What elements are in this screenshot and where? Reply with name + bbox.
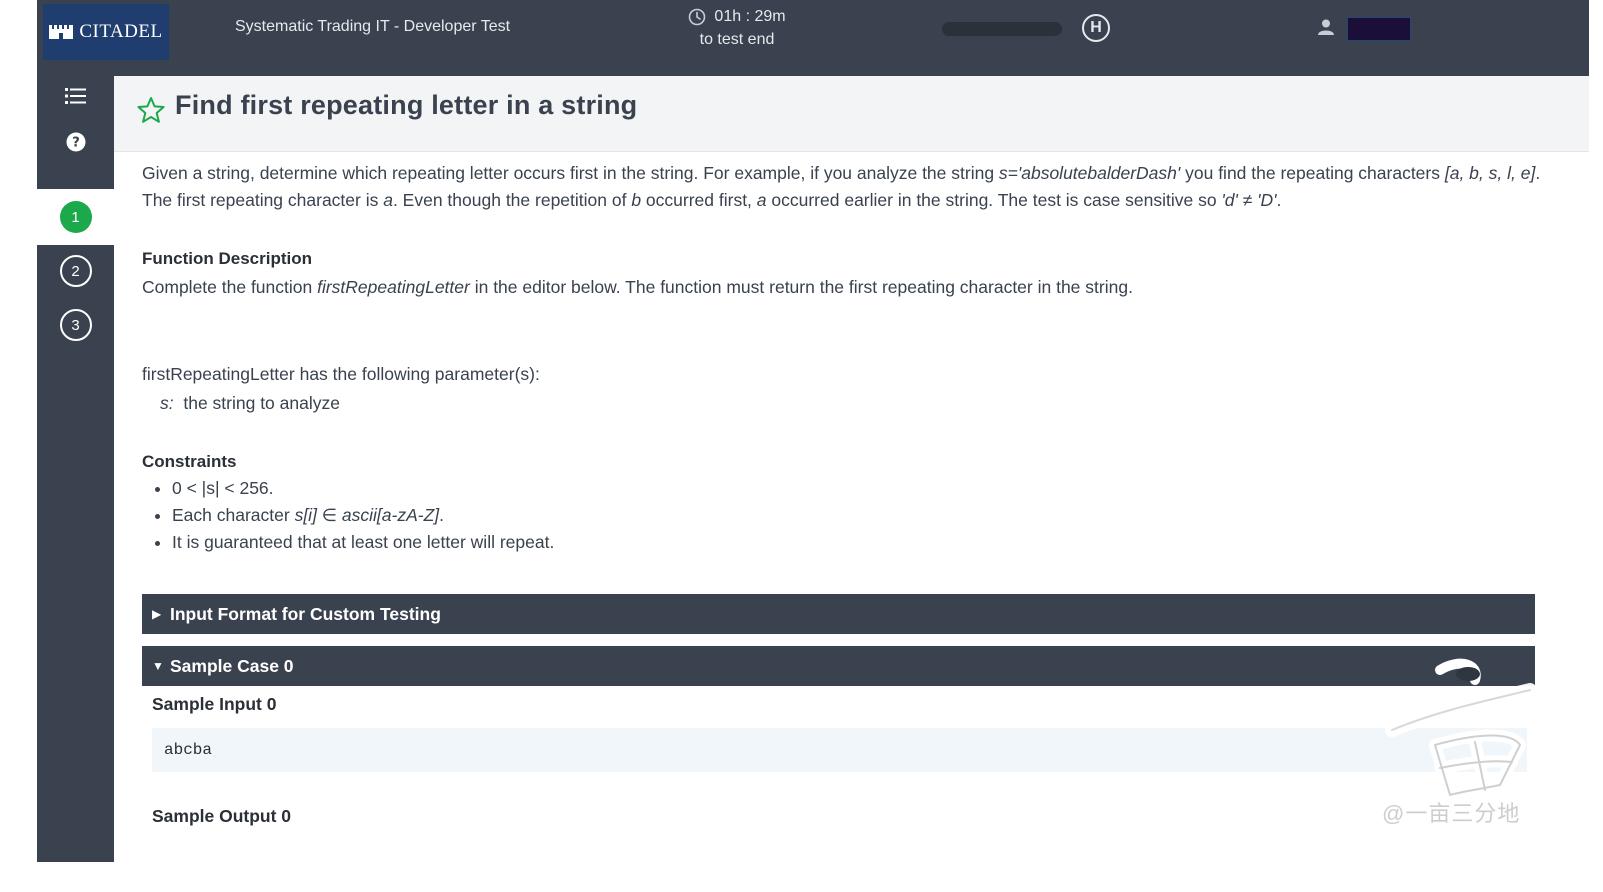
hackerrank-icon: H bbox=[1082, 14, 1110, 42]
test-progress-bar bbox=[942, 22, 1062, 36]
constraint-item: Each character s[i] ∈ ascii[a-zA-Z]. bbox=[172, 502, 1542, 529]
user-name-box[interactable] bbox=[1347, 17, 1411, 41]
constraint-item: 0 < |s| < 256. bbox=[172, 475, 1542, 502]
sample-output-label: Sample Output 0 bbox=[152, 806, 292, 826]
top-bar: CITADEL Systematic Trading IT - Develope… bbox=[37, 0, 1589, 76]
intro-text: occurred first, bbox=[641, 190, 757, 210]
intro-var: a bbox=[383, 190, 393, 210]
question-number-2: 2 bbox=[59, 255, 92, 287]
hackerrank-mark: H bbox=[1090, 19, 1102, 36]
timer-caption: to test end bbox=[699, 31, 775, 48]
citadel-logo: CITADEL bbox=[43, 4, 169, 60]
question-list-button[interactable] bbox=[37, 86, 114, 106]
list-icon bbox=[64, 88, 86, 104]
problem-title-bar: Find first repeating letter in a string bbox=[114, 76, 1589, 152]
intro-var: b bbox=[631, 190, 642, 210]
problem-statement: Given a string, determine which repeatin… bbox=[142, 160, 1542, 556]
intro-text: . Even though the repetition of bbox=[392, 190, 632, 210]
citadel-castle-icon bbox=[49, 25, 74, 39]
constraint-expression: s[i] ∈ ascii[a-zA-Z] bbox=[294, 505, 440, 525]
intro-expression: s='absolutebalderDash' bbox=[998, 163, 1181, 183]
fd-text: Complete the function bbox=[142, 277, 318, 297]
parameter-name: s: bbox=[160, 393, 174, 413]
input-format-accordion[interactable]: ▶ Input Format for Custom Testing bbox=[142, 594, 1535, 634]
problem-panel: Find first repeating letter in a string … bbox=[114, 76, 1589, 862]
question-item-1[interactable]: 1 bbox=[37, 189, 114, 245]
brand-name: CITADEL bbox=[79, 21, 163, 42]
intro-char-list: [a, b, s, l, e] bbox=[1444, 163, 1536, 183]
sample-input-code[interactable]: abcba bbox=[152, 728, 1527, 772]
function-description-heading: Function Description bbox=[142, 249, 312, 268]
question-number-1: 1 bbox=[59, 201, 92, 233]
constraint-text: Each character bbox=[172, 505, 295, 525]
question-number-3: 3 bbox=[59, 309, 92, 341]
sample-input-label: Sample Input 0 bbox=[152, 694, 277, 714]
caret-right-icon: ▶ bbox=[152, 607, 162, 621]
problem-intro: Given a string, determine which repeatin… bbox=[142, 160, 1542, 214]
question-sidebar: ? 1 2 3 bbox=[37, 76, 114, 862]
parameters-intro: firstRepeatingLetter has the following p… bbox=[142, 364, 540, 384]
parameter-s: s: the string to analyze bbox=[142, 390, 1542, 417]
intro-text: Given a string, determine which repeatin… bbox=[142, 163, 999, 183]
test-title: Systematic Trading IT - Developer Test bbox=[235, 18, 511, 35]
user-icon[interactable] bbox=[1317, 18, 1335, 36]
constraints-heading: Constraints bbox=[142, 452, 237, 471]
intro-text: occurred earlier in the string. The test… bbox=[766, 190, 1222, 210]
accordion-title: Input Format for Custom Testing bbox=[170, 603, 441, 624]
intro-text: you find the repeating characters bbox=[1180, 163, 1445, 183]
sample-case-accordion[interactable]: ▼ Sample Case 0 bbox=[142, 646, 1535, 686]
clock-icon bbox=[689, 8, 706, 25]
constraints-list: 0 < |s| < 256. Each character s[i] ∈ asc… bbox=[142, 475, 1542, 556]
intro-text: . bbox=[1276, 190, 1282, 210]
parameter-desc: the string to analyze bbox=[173, 393, 340, 413]
constraint-text: . bbox=[439, 505, 445, 525]
svg-text:?: ? bbox=[72, 136, 80, 151]
star-icon[interactable] bbox=[137, 96, 165, 124]
question-item-2[interactable]: 2 bbox=[37, 255, 114, 287]
intro-var: a bbox=[756, 190, 767, 210]
caret-down-icon: ▼ bbox=[152, 659, 164, 673]
timer-value: 01h : 29m bbox=[714, 8, 786, 25]
intro-case-note: 'd' ≠ 'D' bbox=[1221, 190, 1277, 210]
problem-title: Find first repeating letter in a string bbox=[175, 90, 638, 120]
fd-text: in the editor below. The function must r… bbox=[469, 277, 1133, 297]
accordion-title: Sample Case 0 bbox=[170, 655, 294, 676]
question-item-3[interactable]: 3 bbox=[37, 309, 114, 341]
function-name: firstRepeatingLetter bbox=[317, 277, 470, 297]
help-button[interactable]: ? bbox=[37, 132, 114, 152]
test-timer: 01h : 29m to test end bbox=[647, 5, 827, 51]
watermark-text: @一亩三分地 bbox=[1382, 801, 1521, 826]
test-window: CITADEL Systematic Trading IT - Develope… bbox=[37, 0, 1589, 862]
help-icon: ? bbox=[66, 132, 85, 152]
function-description: Complete the function firstRepeatingLett… bbox=[142, 274, 1542, 301]
constraint-item: It is guaranteed that at least one lette… bbox=[172, 529, 1542, 556]
